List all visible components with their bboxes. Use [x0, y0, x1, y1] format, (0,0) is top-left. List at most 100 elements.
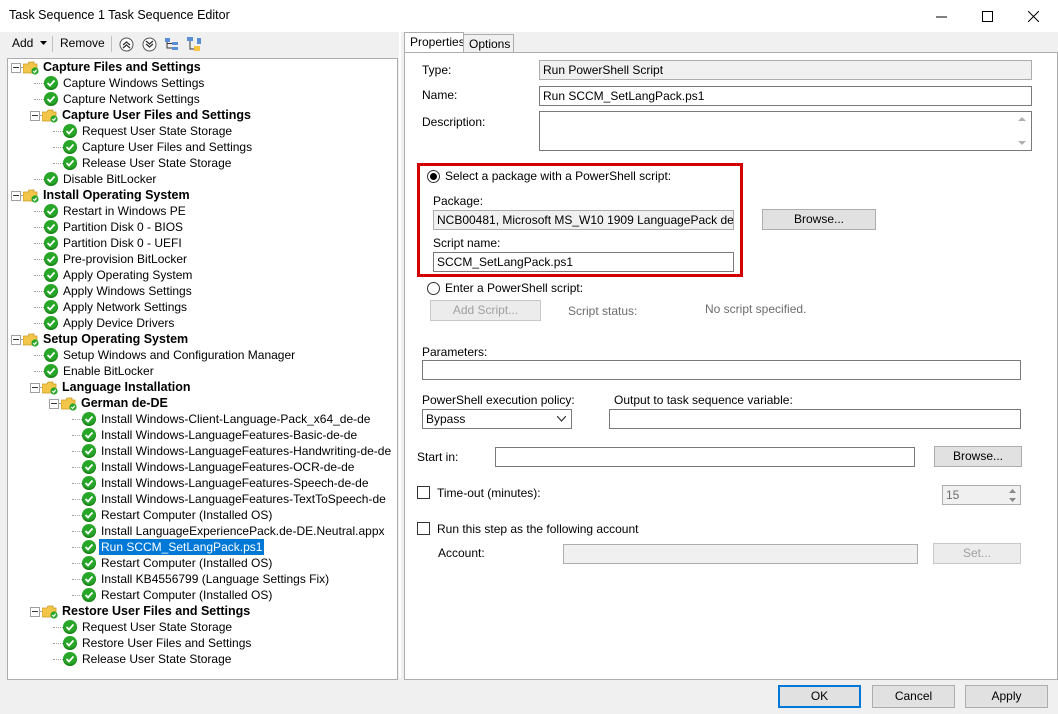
- move-down-button[interactable]: [141, 36, 157, 52]
- tree-step[interactable]: Restart Computer (Installed OS): [8, 587, 397, 603]
- success-check-icon: [63, 636, 77, 650]
- collapse-toggle-icon[interactable]: [11, 63, 21, 73]
- tree-step[interactable]: Disable BitLocker: [8, 171, 397, 187]
- apply-button[interactable]: Apply: [965, 685, 1048, 708]
- output-variable-input[interactable]: [609, 409, 1021, 429]
- package-browse-button[interactable]: Browse...: [762, 209, 876, 230]
- collapse-toggle-icon[interactable]: [49, 399, 59, 409]
- tree-step[interactable]: Release User State Storage: [8, 155, 397, 171]
- tree-connector: [34, 291, 44, 292]
- close-icon: [1027, 10, 1039, 22]
- tab-properties[interactable]: Properties: [404, 32, 465, 53]
- tree-step[interactable]: Partition Disk 0 - BIOS: [8, 219, 397, 235]
- name-input[interactable]: Run SCCM_SetLangPack.ps1: [539, 86, 1032, 106]
- tree-group[interactable]: Setup Operating System: [8, 331, 397, 347]
- tree-step[interactable]: Request User State Storage: [8, 123, 397, 139]
- enter-script-radio[interactable]: [427, 282, 440, 295]
- enter-script-radio-label: Enter a PowerShell script:: [445, 281, 584, 295]
- tree-step[interactable]: Pre-provision BitLocker: [8, 251, 397, 267]
- tree-step[interactable]: Capture User Files and Settings: [8, 139, 397, 155]
- add-script-button[interactable]: Add Script...: [430, 300, 541, 321]
- tree-group[interactable]: Capture Files and Settings: [8, 59, 397, 75]
- tree-step[interactable]: Install Windows-LanguageFeatures-Speech-…: [8, 475, 397, 491]
- run-as-label: Run this step as the following account: [437, 522, 639, 536]
- tree-connector: [34, 371, 44, 372]
- tree-step[interactable]: Setup Windows and Configuration Manager: [8, 347, 397, 363]
- tree-connector: [34, 99, 44, 100]
- tree-step[interactable]: Install Windows-LanguageFeatures-OCR-de-…: [8, 459, 397, 475]
- minimize-button[interactable]: [918, 0, 964, 32]
- close-button[interactable]: [1010, 0, 1056, 32]
- tree-group[interactable]: German de-DE: [8, 395, 397, 411]
- start-in-input[interactable]: [495, 447, 915, 467]
- tree-step[interactable]: Partition Disk 0 - UEFI: [8, 235, 397, 251]
- collapse-toggle-icon[interactable]: [30, 607, 40, 617]
- account-label: Account:: [438, 546, 485, 560]
- add-menu-button[interactable]: Add: [12, 36, 47, 50]
- description-label: Description:: [422, 115, 486, 129]
- package-radio[interactable]: [427, 170, 440, 183]
- package-label: Package:: [433, 194, 484, 208]
- tree-step[interactable]: Capture Network Settings: [8, 91, 397, 107]
- timeout-checkbox[interactable]: [417, 486, 430, 499]
- expand-icon: [187, 37, 201, 51]
- cancel-button[interactable]: Cancel: [872, 685, 955, 708]
- tree-group[interactable]: Restore User Files and Settings: [8, 603, 397, 619]
- tree-step[interactable]: Apply Operating System: [8, 267, 397, 283]
- tree-group[interactable]: Install Operating System: [8, 187, 397, 203]
- splitter[interactable]: [399, 32, 401, 678]
- tree-step[interactable]: Restart Computer (Installed OS): [8, 555, 397, 571]
- parameters-input[interactable]: [422, 360, 1021, 380]
- task-sequence-tree: Capture Files and Settings Capture Window…: [7, 58, 398, 680]
- tree-step[interactable]: Install KB4556799 (Language Settings Fix…: [8, 571, 397, 587]
- move-up-button[interactable]: [118, 36, 134, 52]
- tree-step[interactable]: Install Windows-LanguageFeatures-TextToS…: [8, 491, 397, 507]
- collapse-all-button[interactable]: [164, 36, 180, 52]
- tree-step[interactable]: Apply Network Settings: [8, 299, 397, 315]
- tree-connector: [34, 323, 44, 324]
- tree-connector: [72, 483, 82, 484]
- collapse-toggle-icon[interactable]: [11, 191, 21, 201]
- tab-options[interactable]: Options: [463, 34, 514, 53]
- tree-step[interactable]: Install Windows-Client-Language-Pack_x64…: [8, 411, 397, 427]
- collapse-toggle-icon[interactable]: [30, 383, 40, 393]
- run-as-checkbox[interactable]: [417, 522, 430, 535]
- tree-item-label: Partition Disk 0 - UEFI: [63, 236, 182, 250]
- remove-button[interactable]: Remove: [60, 36, 105, 50]
- tree-group[interactable]: Capture User Files and Settings: [8, 107, 397, 123]
- tree-step[interactable]: Release User State Storage: [8, 651, 397, 667]
- tree-step[interactable]: Apply Windows Settings: [8, 283, 397, 299]
- success-check-icon: [44, 268, 58, 282]
- tree-step[interactable]: Restart in Windows PE: [8, 203, 397, 219]
- tree-step[interactable]: Install Windows-LanguageFeatures-Basic-d…: [8, 427, 397, 443]
- script-name-input[interactable]: SCCM_SetLangPack.ps1: [433, 252, 734, 272]
- description-input[interactable]: [539, 111, 1032, 151]
- start-in-label: Start in:: [417, 450, 459, 464]
- tree-step[interactable]: Apply Device Drivers: [8, 315, 397, 331]
- tree-step[interactable]: Restart Computer (Installed OS): [8, 507, 397, 523]
- tree-group[interactable]: Language Installation: [8, 379, 397, 395]
- maximize-button[interactable]: [964, 0, 1010, 32]
- policy-select[interactable]: Bypass: [422, 409, 572, 429]
- success-check-icon: [63, 124, 77, 138]
- tree-step[interactable]: Install Windows-LanguageFeatures-Handwri…: [8, 443, 397, 459]
- tree-step[interactable]: Enable BitLocker: [8, 363, 397, 379]
- collapse-toggle-icon[interactable]: [30, 111, 40, 121]
- collapse-toggle-icon[interactable]: [11, 335, 21, 345]
- script-name-label: Script name:: [433, 236, 501, 250]
- tree-connector: [72, 451, 82, 452]
- start-in-browse-button[interactable]: Browse...: [934, 446, 1022, 467]
- tree-step[interactable]: Run SCCM_SetLangPack.ps1: [8, 538, 397, 556]
- move-down-icon: [142, 37, 156, 51]
- description-scroll-icon[interactable]: [1018, 117, 1026, 145]
- set-account-button[interactable]: Set...: [933, 543, 1021, 564]
- ok-button[interactable]: OK: [778, 685, 861, 708]
- tree-step[interactable]: Request User State Storage: [8, 619, 397, 635]
- tree-step[interactable]: Capture Windows Settings: [8, 75, 397, 91]
- tree-step[interactable]: Restore User Files and Settings: [8, 635, 397, 651]
- tree-item-label: German de-DE: [81, 396, 168, 410]
- tree-step[interactable]: Install LanguageExperiencePack.de-DE.Neu…: [8, 523, 397, 539]
- timeout-spinner[interactable]: 15: [942, 485, 1021, 505]
- tree-item-label: Restore User Files and Settings: [62, 604, 251, 618]
- expand-all-button[interactable]: [186, 36, 202, 52]
